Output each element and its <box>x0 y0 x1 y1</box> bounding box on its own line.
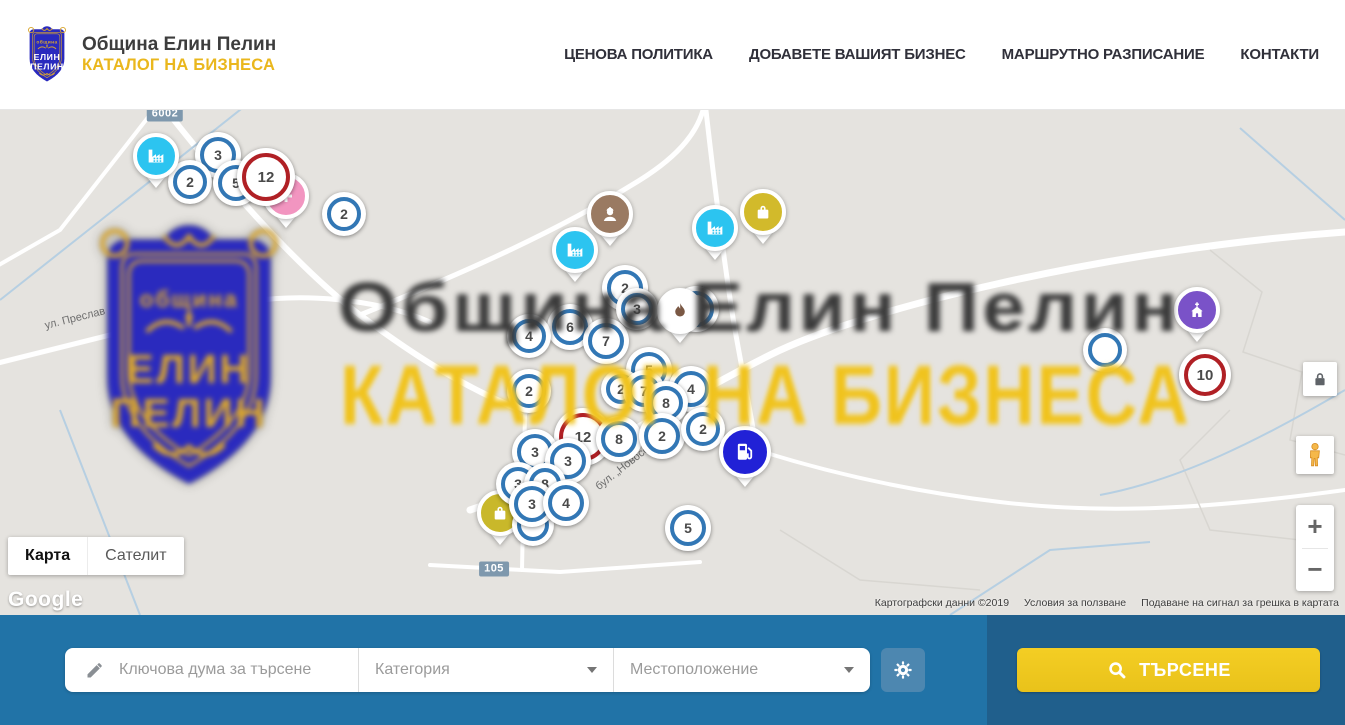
factory-icon <box>564 239 586 261</box>
gear-icon <box>892 659 914 681</box>
road-number-label: 6002 <box>147 110 183 122</box>
search-submit-button[interactable]: ТЪРСЕНЕ <box>1017 648 1320 692</box>
worker-icon <box>599 203 621 225</box>
keyword-section <box>65 648 358 692</box>
bag-icon <box>489 502 511 524</box>
factory-marker[interactable] <box>692 205 738 251</box>
site-title: Община Елин Пелин <box>82 34 276 56</box>
nav-route-schedule[interactable]: МАРШРУТНО РАЗПИСАНИЕ <box>1002 46 1205 63</box>
category-select[interactable]: Категория <box>358 648 613 692</box>
bag-icon <box>752 201 774 223</box>
svg-text:община: община <box>140 286 239 312</box>
google-logo[interactable]: Google <box>8 588 83 612</box>
location-select[interactable]: Местоположение <box>613 648 870 692</box>
svg-text:ЕЛИН: ЕЛИН <box>34 51 61 61</box>
advanced-settings-button[interactable] <box>881 648 925 692</box>
street-view-pegman[interactable] <box>1296 436 1334 474</box>
main-nav: ЦЕНОВА ПОЛИТИКА ДОБАВЕТЕ ВАШИЯТ БИЗНЕС М… <box>564 46 1319 63</box>
map-type-satellite-button[interactable]: Сателит <box>87 537 183 575</box>
svg-text:ЕЛИН: ЕЛИН <box>127 346 252 392</box>
location-select-label: Местоположение <box>630 661 758 679</box>
map-cluster[interactable]: 4 <box>543 480 589 526</box>
fuel-icon <box>732 439 758 465</box>
watermark-emblem: община ЕЛИН ПЕЛИН <box>83 212 295 508</box>
chevron-down-icon <box>844 667 854 673</box>
factory-marker[interactable] <box>133 133 179 179</box>
search-fields: Категория Местоположение <box>65 648 870 692</box>
map-type-map-button[interactable]: Карта <box>8 537 87 575</box>
watermark-subtitle: КАТАЛОГ НА БИЗНЕСА <box>340 353 1191 437</box>
chevron-down-icon <box>587 667 597 673</box>
map-canvas[interactable]: 325122235647522748128223338345106002105у… <box>0 110 1345 615</box>
map-cluster[interactable]: 2 <box>322 192 366 236</box>
church-icon <box>1186 299 1208 321</box>
lock-icon <box>1310 369 1330 389</box>
search-submit-label: ТЪРСЕНЕ <box>1139 660 1231 681</box>
svg-text:ПЕЛИН: ПЕЛИН <box>111 390 268 436</box>
map-attribution: Картографски данни ©2019 Условия за полз… <box>875 597 1339 609</box>
zoom-in-button[interactable]: + <box>1296 506 1334 548</box>
map-type-control: Карта Сателит <box>8 537 184 575</box>
site-subtitle: КАТАЛОГ НА БИЗНЕСА <box>82 56 276 75</box>
keyword-input[interactable] <box>117 660 346 680</box>
zoom-out-button[interactable]: − <box>1296 549 1334 591</box>
map-cluster[interactable]: 12 <box>237 148 295 206</box>
svg-text:ПЕЛИН: ПЕЛИН <box>30 61 64 71</box>
header: община ЕЛИН ПЕЛИН Община Елин Пелин КАТА… <box>0 0 1345 110</box>
attribution-terms-link[interactable]: Условия за ползване <box>1024 597 1126 609</box>
factory-icon <box>145 145 167 167</box>
attribution-copyright: Картографски данни ©2019 <box>875 597 1009 609</box>
shopping-marker[interactable] <box>740 189 786 235</box>
watermark-title: Община Елин Пелин <box>338 272 1181 342</box>
nav-pricing[interactable]: ЦЕНОВА ПОЛИТИКА <box>564 46 713 63</box>
municipality-emblem-icon: община ЕЛИН ПЕЛИН <box>22 24 72 86</box>
search-bar: Категория Местоположение <box>0 615 1345 725</box>
services-marker[interactable] <box>587 191 633 237</box>
site-logo[interactable]: община ЕЛИН ПЕЛИН Община Елин Пелин КАТА… <box>22 24 276 86</box>
search-icon <box>1106 659 1128 681</box>
pegman-icon <box>1303 442 1327 468</box>
zoom-control: + − <box>1296 505 1334 591</box>
nav-add-business[interactable]: ДОБАВЕТЕ ВАШИЯТ БИЗНЕС <box>749 46 966 63</box>
map-cluster[interactable]: 5 <box>665 505 711 551</box>
factory-icon <box>704 217 726 239</box>
pencil-icon <box>85 660 105 680</box>
road-number-label: 105 <box>479 562 509 577</box>
attribution-report-link[interactable]: Подаване на сигнал за грешка в картата <box>1141 597 1339 609</box>
category-select-label: Категория <box>375 661 450 679</box>
lock-button[interactable] <box>1303 362 1337 396</box>
nav-contacts[interactable]: КОНТАКТИ <box>1240 46 1319 63</box>
